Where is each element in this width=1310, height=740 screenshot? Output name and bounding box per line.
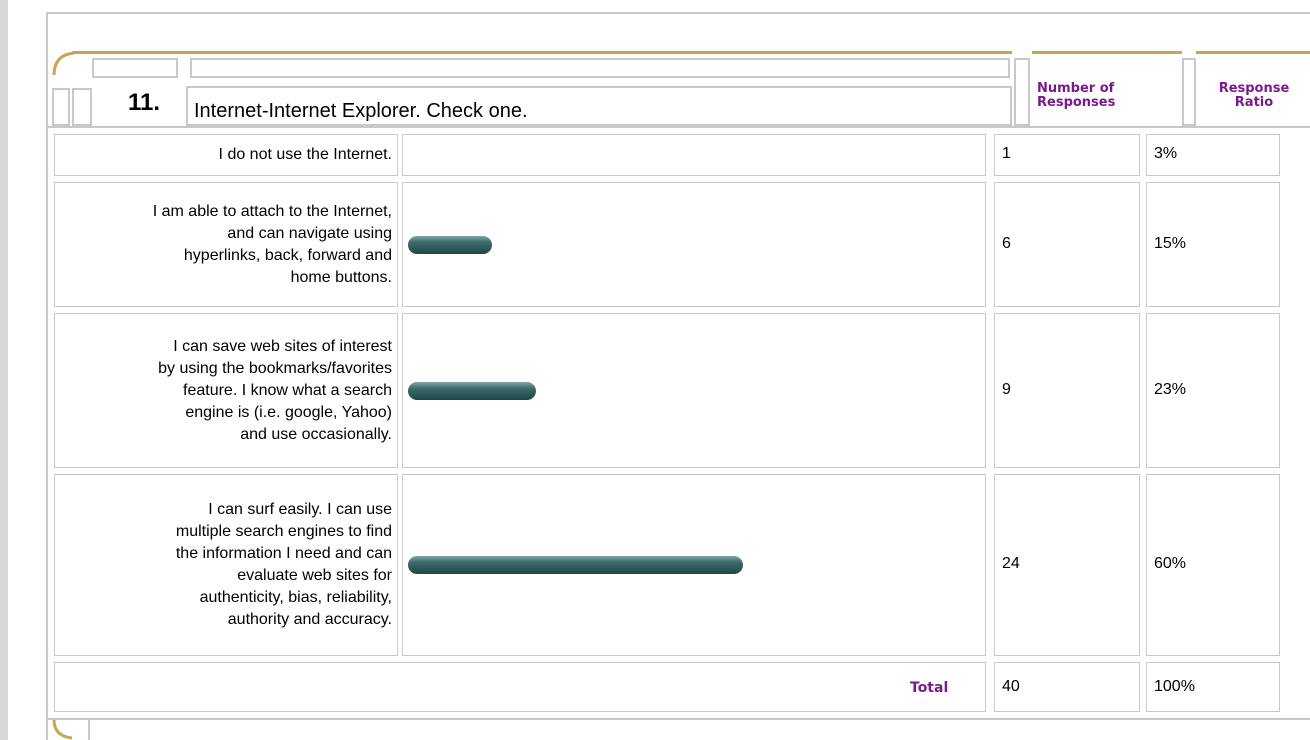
header-responses-spacer xyxy=(1014,58,1030,126)
row-ratio: 60% xyxy=(1154,555,1187,572)
row-ratio: 15% xyxy=(1154,234,1187,252)
header-gold-rule-responses xyxy=(1032,51,1182,54)
footer-rule xyxy=(46,718,1310,720)
header-ratio-spacer xyxy=(1182,58,1196,126)
total-label: Total xyxy=(910,680,949,696)
response-bar xyxy=(408,381,536,400)
frame-left-rail xyxy=(0,0,8,740)
row-count: 1 xyxy=(1002,145,1011,162)
header-bottom-rule xyxy=(46,126,1310,128)
total-ratio: 100% xyxy=(1154,678,1195,695)
row-count: 9 xyxy=(1002,380,1011,398)
corner-curve-top xyxy=(52,51,75,75)
row-ratio: 3% xyxy=(1154,145,1178,162)
row-count: 24 xyxy=(1002,555,1020,572)
row-bar-cell xyxy=(402,134,986,176)
row-label: I can surf easily. I can use multiple se… xyxy=(175,501,392,628)
response-bar xyxy=(408,235,492,254)
header-left-block-a xyxy=(52,88,70,126)
corner-curve-bottom xyxy=(52,720,73,740)
header-gold-rule xyxy=(72,51,1012,54)
row-count-cell xyxy=(994,182,1140,307)
row-count-cell xyxy=(994,313,1140,468)
header-left-block-b xyxy=(72,88,92,126)
frame-left-border xyxy=(46,12,48,740)
total-label-cell xyxy=(54,662,986,712)
frame-top-border xyxy=(46,12,1310,14)
question-number: 11. xyxy=(128,89,161,116)
row-count-cell xyxy=(994,134,1140,176)
row-label: I can save web sites of interest by usin… xyxy=(158,337,392,443)
header-gold-rule-ratio xyxy=(1196,51,1310,54)
header-spacer-top-2 xyxy=(190,58,1010,78)
row-label: I do not use the Internet. xyxy=(218,146,392,163)
footer-divider xyxy=(88,720,90,740)
row-label: I am able to attach to the Internet, and… xyxy=(152,202,392,286)
total-count: 40 xyxy=(1002,678,1020,695)
response-bar xyxy=(408,556,743,574)
question-text: Internet-Internet Explorer. Check one. xyxy=(194,100,528,122)
row-count: 6 xyxy=(1002,234,1011,252)
row-ratio: 23% xyxy=(1154,380,1187,398)
header-response-ratio: Response Ratio xyxy=(1218,81,1290,110)
header-number-of-responses: Number of Responses xyxy=(1037,81,1116,110)
header-spacer-top xyxy=(92,58,178,78)
